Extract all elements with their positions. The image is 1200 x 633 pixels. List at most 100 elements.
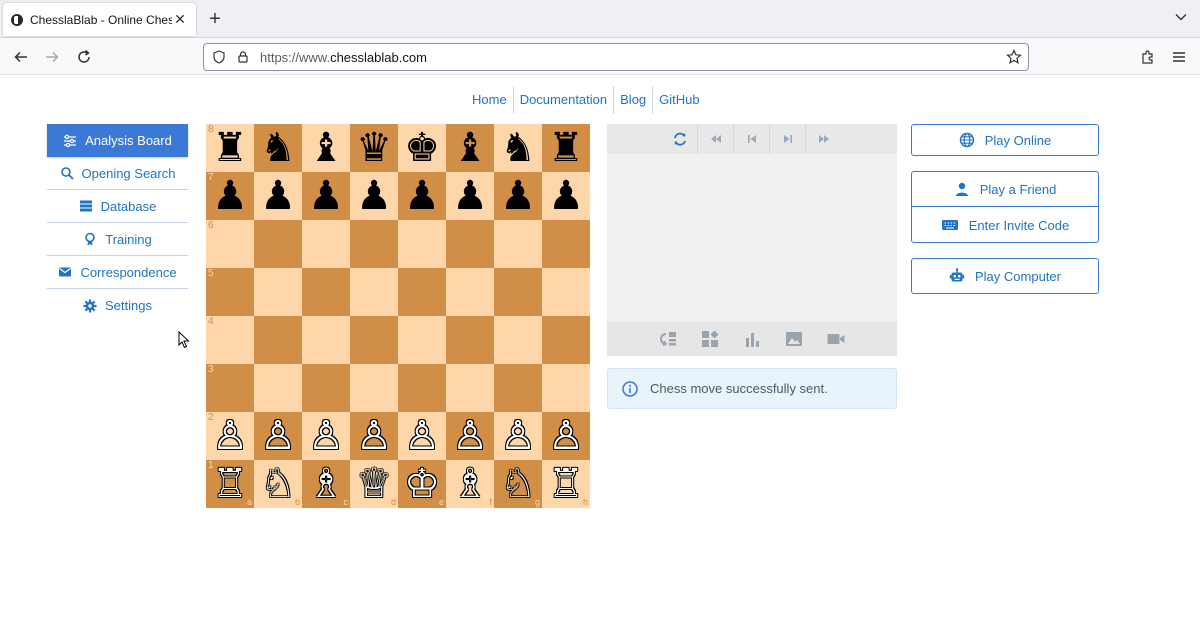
chess-piece[interactable]: ♟ [500, 176, 536, 216]
previous-move-button[interactable] [734, 124, 770, 154]
square-a7[interactable]: 7 ♟ [206, 172, 254, 220]
square-a8[interactable]: 8 ♜ [206, 124, 254, 172]
chess-piece[interactable]: ♗ [452, 464, 488, 504]
square-c7[interactable]: ♟ [302, 172, 350, 220]
square-g4[interactable] [494, 316, 542, 364]
first-move-button[interactable] [698, 124, 734, 154]
last-move-button[interactable] [806, 124, 842, 154]
square-e7[interactable]: ♟ [398, 172, 446, 220]
square-b4[interactable] [254, 316, 302, 364]
square-b8[interactable]: ♞ [254, 124, 302, 172]
square-g8[interactable]: ♞ [494, 124, 542, 172]
square-c6[interactable] [302, 220, 350, 268]
square-d1[interactable]: d ♕ [350, 460, 398, 508]
square-b3[interactable] [254, 364, 302, 412]
chess-piece[interactable]: ♟ [308, 176, 344, 216]
chess-piece[interactable]: ♝ [452, 128, 488, 168]
square-c4[interactable] [302, 316, 350, 364]
chess-piece[interactable]: ♙ [404, 416, 440, 456]
square-e6[interactable] [398, 220, 446, 268]
chess-piece[interactable]: ♙ [452, 416, 488, 456]
square-a4[interactable]: 4 [206, 316, 254, 364]
chess-piece[interactable]: ♙ [356, 416, 392, 456]
chess-piece[interactable]: ♞ [260, 128, 296, 168]
chess-piece[interactable]: ♜ [212, 128, 248, 168]
square-f8[interactable]: ♝ [446, 124, 494, 172]
square-e2[interactable]: ♙ [398, 412, 446, 460]
chess-piece[interactable]: ♘ [500, 464, 536, 504]
square-b6[interactable] [254, 220, 302, 268]
square-f7[interactable]: ♟ [446, 172, 494, 220]
square-a2[interactable]: 2 ♙ [206, 412, 254, 460]
chess-piece[interactable]: ♟ [212, 176, 248, 216]
chess-piece[interactable]: ♙ [500, 416, 536, 456]
chess-piece[interactable]: ♟ [404, 176, 440, 216]
sidebar-item-opening-search[interactable]: Opening Search [47, 157, 188, 190]
square-d5[interactable] [350, 268, 398, 316]
sidebar-item-analysis-board[interactable]: Analysis Board [47, 124, 188, 157]
square-h6[interactable] [542, 220, 590, 268]
new-tab-button[interactable]: + [205, 8, 225, 30]
chess-piece[interactable]: ♖ [212, 464, 248, 504]
square-d8[interactable]: ♛ [350, 124, 398, 172]
play-friend-button[interactable]: Play a Friend [912, 172, 1098, 207]
square-d3[interactable] [350, 364, 398, 412]
close-tab-icon[interactable]: ✕ [172, 11, 188, 28]
square-h2[interactable]: ♙ [542, 412, 590, 460]
chess-piece[interactable]: ♗ [308, 464, 344, 504]
chess-piece[interactable]: ♟ [260, 176, 296, 216]
square-h4[interactable] [542, 316, 590, 364]
square-c8[interactable]: ♝ [302, 124, 350, 172]
square-a3[interactable]: 3 [206, 364, 254, 412]
chess-piece[interactable]: ♛ [356, 128, 392, 168]
square-f5[interactable] [446, 268, 494, 316]
square-d7[interactable]: ♟ [350, 172, 398, 220]
square-g5[interactable] [494, 268, 542, 316]
chess-piece[interactable]: ♔ [404, 464, 440, 504]
url-text[interactable]: https://www.chesslablab.com [260, 50, 427, 65]
square-b2[interactable]: ♙ [254, 412, 302, 460]
square-e5[interactable] [398, 268, 446, 316]
square-g1[interactable]: g ♘ [494, 460, 542, 508]
flip-board-button[interactable] [662, 124, 698, 154]
square-f3[interactable] [446, 364, 494, 412]
widgets-icon[interactable] [700, 330, 720, 348]
square-c1[interactable]: c ♗ [302, 460, 350, 508]
nav-link-home[interactable]: Home [466, 86, 514, 114]
square-c5[interactable] [302, 268, 350, 316]
square-d6[interactable] [350, 220, 398, 268]
browser-tab[interactable]: ChesslaBlab - Online Chess ✕ [3, 3, 196, 36]
sidebar-item-correspondence[interactable]: Correspondence [47, 256, 188, 289]
square-e3[interactable] [398, 364, 446, 412]
square-f1[interactable]: f ♗ [446, 460, 494, 508]
square-h1[interactable]: h ♖ [542, 460, 590, 508]
reload-button[interactable] [74, 47, 94, 67]
square-a5[interactable]: 5 [206, 268, 254, 316]
nav-link-blog[interactable]: Blog [614, 86, 654, 114]
bookmark-star-icon[interactable] [1006, 49, 1022, 65]
play-computer-button[interactable]: Play Computer [911, 258, 1099, 294]
chess-piece[interactable]: ♟ [548, 176, 584, 216]
square-e1[interactable]: e ♔ [398, 460, 446, 508]
square-g6[interactable] [494, 220, 542, 268]
chess-piece[interactable]: ♙ [308, 416, 344, 456]
square-h8[interactable]: ♜ [542, 124, 590, 172]
sidebar-item-training[interactable]: Training [47, 223, 188, 256]
square-f6[interactable] [446, 220, 494, 268]
square-b1[interactable]: b ♘ [254, 460, 302, 508]
square-g7[interactable]: ♟ [494, 172, 542, 220]
square-e4[interactable] [398, 316, 446, 364]
square-c3[interactable] [302, 364, 350, 412]
copy-fen-icon[interactable] [658, 330, 678, 348]
next-move-button[interactable] [770, 124, 806, 154]
chess-piece[interactable]: ♟ [356, 176, 392, 216]
lock-icon[interactable] [236, 50, 250, 64]
enter-invite-code-button[interactable]: Enter Invite Code [912, 207, 1098, 243]
nav-link-documentation[interactable]: Documentation [514, 86, 615, 114]
square-a1[interactable]: 1 a ♖ [206, 460, 254, 508]
square-a6[interactable]: 6 [206, 220, 254, 268]
back-button[interactable] [11, 47, 31, 67]
chess-piece[interactable]: ♟ [452, 176, 488, 216]
square-d2[interactable]: ♙ [350, 412, 398, 460]
square-d4[interactable] [350, 316, 398, 364]
